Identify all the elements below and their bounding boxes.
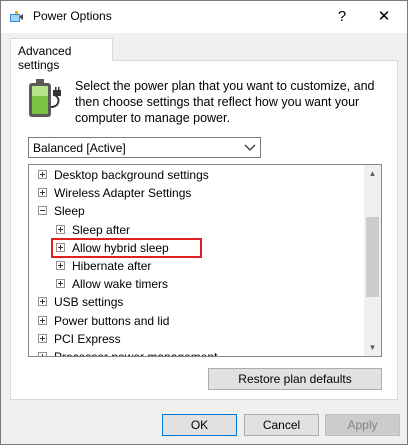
tree-item-label: Power buttons and lid — [54, 313, 170, 328]
apply-button[interactable]: Apply — [325, 414, 400, 436]
tree-item-label: Allow wake timers — [72, 277, 169, 292]
expand-icon[interactable] — [38, 188, 47, 198]
restore-plan-defaults-button[interactable]: Restore plan defaults — [208, 368, 382, 390]
tree-item[interactable]: Desktop background settings — [29, 166, 363, 184]
close-button[interactable]: ✕ — [374, 7, 394, 27]
tab-advanced-settings[interactable]: Advanced settings — [10, 38, 113, 72]
tree-item[interactable]: Sleep after — [29, 221, 363, 239]
power-plan-dropdown[interactable]: Balanced [Active] — [28, 137, 261, 158]
tree-item[interactable]: Hibernate after — [29, 257, 363, 275]
expand-icon[interactable] — [56, 261, 65, 270]
expand-icon[interactable] — [38, 315, 47, 325]
tree-item[interactable]: Sleep — [29, 202, 363, 220]
tree-item-label: Processor power management — [54, 348, 217, 356]
expand-icon[interactable] — [56, 242, 65, 252]
power-plan-selected: Balanced [Active] — [33, 141, 126, 155]
tree-item-label: USB settings — [54, 295, 124, 310]
expand-icon[interactable] — [56, 224, 65, 234]
expand-icon[interactable] — [56, 279, 65, 289]
tree-item[interactable]: USB settings — [29, 293, 363, 311]
help-button[interactable]: ? — [332, 7, 352, 27]
scrollbar-thumb[interactable] — [366, 217, 379, 297]
expand-icon[interactable] — [38, 170, 47, 179]
tree-item[interactable]: Wireless Adapter Settings — [29, 184, 363, 202]
power-options-window: Power Options ? ✕ Advanced settings Sele… — [0, 0, 408, 445]
power-battery-icon — [29, 79, 61, 117]
expand-icon[interactable] — [38, 352, 47, 356]
collapse-icon[interactable] — [38, 206, 47, 216]
tree-item[interactable]: Power buttons and lid — [29, 312, 363, 330]
description-text: Select the power plan that you want to c… — [75, 79, 375, 125]
vertical-scrollbar[interactable]: ▲ ▼ — [364, 165, 381, 356]
expand-icon[interactable] — [38, 333, 47, 343]
tree-item-label: Desktop background settings — [54, 168, 209, 182]
scroll-up-arrow-icon[interactable]: ▲ — [364, 165, 381, 182]
tree-item[interactable]: Allow hybrid sleep — [29, 239, 363, 257]
tree-item-label: Sleep — [54, 204, 85, 219]
settings-tree[interactable]: Desktop background settings Wireless Adap… — [28, 164, 382, 357]
scroll-down-arrow-icon[interactable]: ▼ — [364, 339, 381, 356]
settings-tree-content: Desktop background settings Wireless Adap… — [29, 165, 363, 356]
window-title: Power Options — [33, 9, 112, 23]
tree-item-label: Allow hybrid sleep — [72, 240, 169, 255]
tree-item-label: Wireless Adapter Settings — [54, 186, 192, 201]
tree-item[interactable]: Processor power management — [29, 348, 363, 356]
tree-item-label: Sleep after — [72, 222, 131, 237]
cancel-button[interactable]: Cancel — [244, 414, 319, 436]
title-bar: Power Options ? ✕ — [1, 1, 407, 33]
ok-button[interactable]: OK — [162, 414, 237, 436]
tree-item-label: Hibernate after — [72, 259, 152, 273]
expand-icon[interactable] — [38, 297, 47, 307]
power-options-icon — [10, 11, 23, 22]
tree-item[interactable]: PCI Express — [29, 330, 363, 348]
tree-item-label: PCI Express — [54, 331, 121, 346]
tree-item[interactable]: Allow wake timers — [29, 275, 363, 293]
chevron-down-icon — [244, 144, 256, 151]
